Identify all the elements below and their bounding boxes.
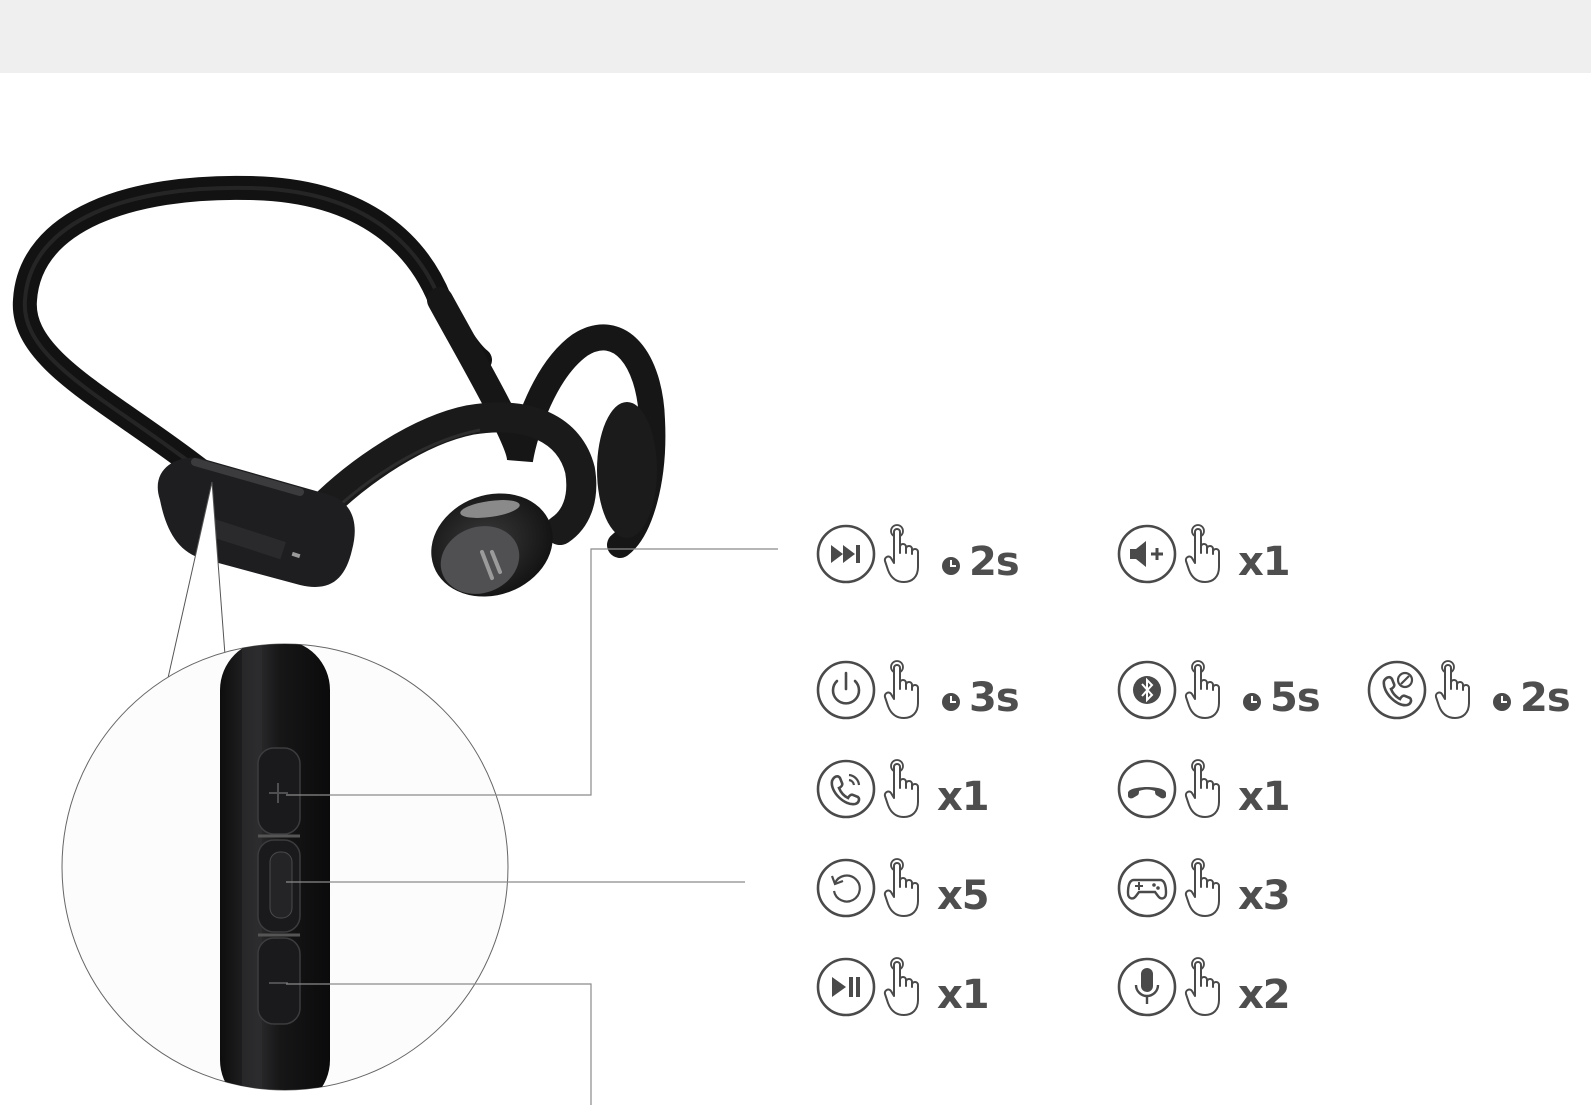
reject-call-icon: [1367, 660, 1427, 720]
clock-icon: [1493, 693, 1511, 711]
control-value: x1: [1238, 774, 1291, 820]
control-value: x1: [937, 774, 990, 820]
control-value: 3s: [969, 675, 1020, 721]
control-next-track: 2s: [815, 522, 1020, 586]
finger-press-icon: [883, 858, 919, 917]
control-value: 2s: [969, 539, 1020, 585]
next-track-icon: [816, 524, 876, 584]
control-voice-assistant: x2: [1116, 955, 1291, 1019]
control-value: 2s: [1520, 675, 1571, 721]
finger-press-icon: [1184, 957, 1220, 1016]
finger-press-icon: [883, 660, 919, 719]
microphone-icon: [1117, 957, 1177, 1017]
reset-icon: [816, 858, 876, 918]
finger-press-icon: [1434, 660, 1470, 719]
end-call-icon: [1117, 759, 1177, 819]
control-volume-up: x1: [1116, 522, 1291, 586]
clock-icon: [1243, 693, 1261, 711]
control-play-pause: x1: [815, 955, 990, 1019]
control-value: 5s: [1270, 675, 1321, 721]
control-answer-call: x1: [815, 757, 990, 821]
control-reject-call: 2s: [1366, 658, 1571, 722]
clock-icon: [942, 557, 960, 575]
control-module: [157, 457, 355, 587]
control-value: x1: [937, 972, 990, 1018]
answer-call-icon: [816, 759, 876, 819]
finger-press-icon: [883, 524, 919, 583]
control-value: x3: [1238, 873, 1291, 919]
control-end-call: x1: [1116, 757, 1291, 821]
play-pause-icon: [816, 957, 876, 1017]
finger-press-icon: [1184, 524, 1220, 583]
finger-press-icon: [883, 759, 919, 818]
control-power: 3s: [815, 658, 1020, 722]
control-reset: x5: [815, 856, 990, 920]
finger-press-icon: [1184, 660, 1220, 719]
headband: [12, 175, 666, 558]
control-value: x1: [1238, 539, 1291, 585]
zoom-detail: [61, 643, 509, 1091]
control-value: x5: [937, 873, 990, 919]
headset-illustration: [12, 175, 778, 1105]
clock-icon: [942, 693, 960, 711]
bluetooth-icon: [1117, 660, 1177, 720]
finger-press-icon: [883, 957, 919, 1016]
power-icon: [816, 660, 876, 720]
finger-press-icon: [1184, 858, 1220, 917]
control-value: x2: [1238, 972, 1291, 1018]
control-game-mode: x3: [1116, 856, 1291, 920]
finger-press-icon: [1184, 759, 1220, 818]
control-bluetooth-pairing: 5s: [1116, 658, 1321, 722]
volume-up-icon: [1117, 524, 1177, 584]
earpiece: [431, 493, 553, 597]
gamepad-icon: [1117, 858, 1177, 918]
